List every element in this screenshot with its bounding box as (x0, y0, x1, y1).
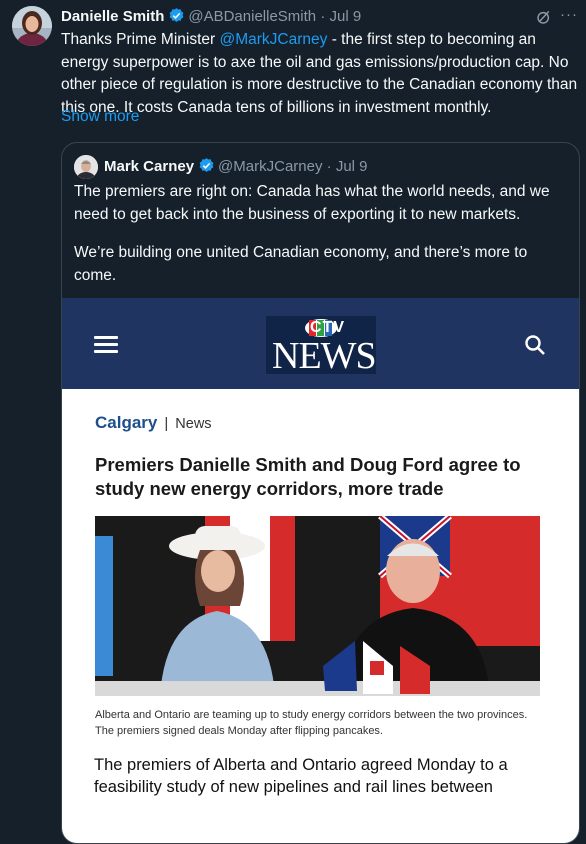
author-name[interactable]: Danielle Smith (61, 8, 164, 25)
quoted-author-handle[interactable]: @MarkJCarney (218, 158, 322, 175)
more-options-icon[interactable]: ··· (560, 6, 578, 23)
quoted-tweet-date[interactable]: Jul 9 (336, 158, 368, 175)
tweet-text: Thanks Prime Minister @MarkJCarney - the… (61, 29, 581, 119)
quoted-tweet-text: The premiers are right on: Canada has wh… (74, 181, 569, 287)
news-screenshot-card[interactable]: CTV NEWS Calgary | News Premiers Danielle … (62, 298, 579, 843)
quoted-header-separator: · (326, 158, 332, 175)
quoted-paragraph-2: We’re building one united Canadian econo… (74, 244, 528, 284)
author-avatar[interactable] (12, 6, 52, 46)
quoted-tweet[interactable]: Mark Carney @MarkJCarney · Jul 9 The prem… (61, 142, 580, 844)
photo-caption: Alberta and Ontario are teaming up to st… (95, 709, 528, 737)
breadcrumb: Calgary | News (95, 413, 212, 433)
search-icon (524, 334, 546, 361)
verified-badge-icon (198, 157, 215, 178)
breadcrumb-section: News (175, 416, 212, 432)
ctv-news-logo: CTV NEWS (266, 316, 377, 377)
breadcrumb-city: Calgary (95, 413, 158, 432)
quoted-tweet-header: Mark Carney @MarkJCarney · Jul 9 (104, 157, 368, 178)
hamburger-menu-icon (94, 336, 118, 354)
header-separator: · (320, 8, 326, 25)
ctv-news-header-bar: CTV NEWS (62, 298, 579, 389)
show-more-link[interactable]: Show more (61, 108, 139, 126)
tweet-text-start: Thanks Prime Minister (61, 31, 220, 48)
article-lede: The premiers of Alberta and Ontario agre… (94, 756, 508, 796)
article-photo (95, 516, 540, 696)
author-handle[interactable]: @ABDanielleSmith (188, 8, 316, 25)
quoted-paragraph-1: The premiers are right on: Canada has wh… (74, 183, 550, 223)
quoted-author-avatar[interactable] (74, 155, 98, 179)
tweet-header: Danielle Smith @ABDanielleSmith · Jul 9 (61, 7, 546, 27)
article-headline: Premiers Danielle Smith and Doug Ford ag… (95, 454, 521, 499)
mention-link[interactable]: @MarkJCarney (219, 31, 327, 48)
breadcrumb-divider: | (164, 415, 169, 432)
grok-icon[interactable] (536, 9, 552, 30)
tweet-date[interactable]: Jul 9 (329, 8, 361, 25)
quoted-author-name[interactable]: Mark Carney (104, 158, 194, 175)
news-logo-text: NEWS (272, 335, 377, 377)
verified-badge-icon (168, 7, 185, 28)
